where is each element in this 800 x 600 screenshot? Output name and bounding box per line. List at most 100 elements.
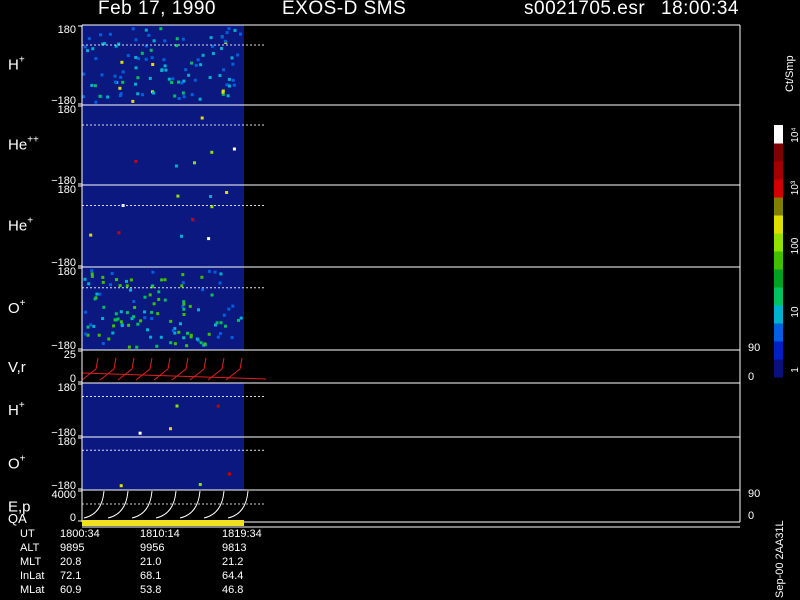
footer-row-label: ALT [20,542,40,554]
data-cell [230,56,234,60]
data-cell [201,288,205,292]
data-cell [118,86,122,90]
right-axis-label-bottom: 0 [748,371,754,383]
data-cell [200,275,204,279]
data-cell [203,342,207,346]
panel-he-plus-plus: 180−180He++ [8,104,741,187]
colorbar-segment [774,161,783,180]
data-cell [199,63,203,67]
colorbar-segment [774,197,783,216]
data-cell [208,76,212,79]
data-cell [151,63,155,66]
data-cell [199,341,203,345]
data-cell [136,76,140,80]
footer-value: 9956 [140,542,165,554]
data-cell [179,322,182,326]
data-cell [182,313,186,316]
data-cell [152,91,155,95]
data-cell [181,281,185,285]
panel-h-plus-1: 180−180H+ [8,24,741,107]
panel-ep: 40000E,p900 [8,488,760,524]
y-tick-label-top: 180 [58,266,76,278]
data-cell [222,313,226,317]
data-cell [218,74,222,77]
data-cell [146,328,149,332]
data-cell [147,33,151,37]
colorbar-segment [774,143,783,162]
data-cell [137,57,140,61]
footer-value: 1800:34 [60,528,100,540]
data-cell [213,270,217,274]
header-time: 18:00:34 [661,0,739,19]
colorbar-tick-label: 1 [790,367,800,373]
data-cell [125,279,128,283]
data-cell [157,297,161,301]
data-cell [107,337,111,341]
data-cell [210,293,214,297]
data-cell [232,147,236,151]
data-cell [225,31,229,35]
data-cell [132,300,136,303]
data-cell [219,321,223,325]
data-cell [129,278,133,282]
data-cell [216,404,220,408]
data-cell [207,332,211,336]
panel-label: He++ [8,134,39,153]
data-cell [190,93,194,97]
data-cell [237,318,240,322]
data-cell [182,307,186,311]
data-cell [117,231,121,235]
data-cell [180,234,183,238]
footer-value: 72.1 [60,570,82,582]
colorbar-title: Ct/Smp [784,55,796,92]
data-cell [94,100,98,104]
data-cell [102,305,106,309]
data-cell [119,310,123,314]
data-cell [83,277,87,281]
data-cell [127,323,131,327]
data-cell [224,324,227,328]
data-cell [152,302,156,306]
data-cell [92,324,96,328]
data-cell [136,322,140,326]
data-cell [134,38,138,42]
data-cell [101,275,105,279]
data-cell [135,345,139,349]
data-cell [160,278,164,282]
colorbar-segment [774,287,783,306]
data-cell [222,68,226,72]
data-cell [196,58,200,62]
data-cell [114,80,117,84]
data-cell [188,304,192,308]
data-cell [87,282,91,286]
footer-value: 53.8 [140,584,162,596]
data-cell [149,48,153,52]
data-cell [134,82,137,86]
data-cell [177,80,180,84]
version-text: Sep-00 2AA31L [774,520,786,598]
panel-label: He+ [8,215,33,234]
colorbar-segment [774,125,783,144]
data-cell [91,47,95,51]
data-cell [99,33,103,37]
data-cell [114,312,118,316]
data-cell [221,89,225,93]
data-cell [136,92,140,96]
data-cell [125,311,129,315]
data-cell [118,284,122,288]
data-cell [86,49,90,53]
data-cell [182,79,186,83]
data-cell [138,431,142,435]
data-cell [163,298,167,302]
data-cell [115,278,118,282]
header-date: Feb 17, 1990 [98,0,216,19]
data-cell [131,27,135,31]
panel-label: V,r [8,359,26,376]
data-cell [159,335,163,339]
data-cell [209,195,213,198]
data-cell [227,472,231,476]
panel-background [82,185,244,267]
qa-label: QA [8,511,27,526]
footer-value: 1810:14 [140,528,180,540]
data-cell [109,283,112,287]
